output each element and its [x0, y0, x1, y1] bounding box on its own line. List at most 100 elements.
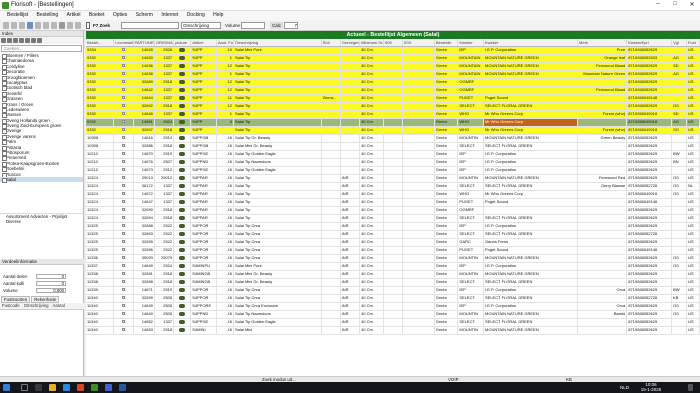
table-cell[interactable]: 16 [216, 182, 234, 191]
table-cell[interactable]: 14671 [133, 286, 155, 295]
table-cell[interactable]: 8719268049018 [626, 190, 673, 199]
checkbox-icon[interactable] [121, 224, 125, 227]
table-row[interactable]: 11324 36172 1337 S4PPAR 16 Salal Tip AIR 40 Cm G… [86, 182, 700, 191]
product-picture[interactable] [173, 46, 192, 55]
table-cell[interactable]: 32695 [133, 238, 155, 247]
table-cell[interactable]: Salal Tip [233, 198, 322, 207]
table-cell[interactable] [402, 246, 435, 255]
table-cell[interactable]: 2518 [154, 278, 175, 287]
lev-besteld-checkbox[interactable] [113, 118, 134, 127]
table-cell[interactable]: I.E.P. Corporation [483, 302, 579, 311]
checkbox-icon[interactable] [121, 56, 125, 59]
checkbox-icon[interactable] [121, 232, 125, 235]
table-cell[interactable]: US [686, 46, 700, 55]
table-row[interactable]: 11324 32690 2518 S4PPAR 16 Salal Tip AIR 40 Cm G… [86, 206, 700, 215]
table-row[interactable]: 11210 14670 2519 S4PPGE 16 Salal Tip Golden E… [86, 150, 700, 159]
table-cell[interactable]: S4PPGE [190, 150, 217, 159]
table-cell[interactable]: MOUNTAIN NATURE GREEN [483, 254, 579, 263]
table-cell[interactable]: 35093 [133, 254, 155, 263]
table-cell[interactable]: Green [434, 134, 459, 143]
table-cell[interactable]: Salal Mini Pure [233, 262, 322, 271]
table-cell[interactable]: 16 [216, 270, 234, 279]
table-cell[interactable]: IEP [457, 302, 484, 311]
table-cell[interactable]: GS [671, 190, 688, 199]
checkbox-icon[interactable] [121, 136, 125, 139]
product-picture[interactable] [173, 118, 192, 127]
table-cell[interactable]: MOUNTAIN [457, 54, 484, 63]
product-picture[interactable] [173, 310, 192, 319]
table-cell[interactable]: 11339 [86, 286, 115, 295]
table-cell[interactable]: SELECT [457, 278, 484, 287]
table-cell[interactable]: 2522 [154, 246, 175, 255]
table-row[interactable]: 11338 32698 2518 S4MINGB 16 Salal Mini Gr. Be… [86, 278, 700, 287]
table-cell[interactable]: AIR [340, 254, 361, 263]
table-cell[interactable]: Salal Tip [233, 94, 322, 103]
table-cell[interactable] [321, 326, 341, 335]
table-cell[interactable]: Salal Tip Orca [233, 286, 322, 295]
table-cell[interactable]: 32690 [133, 206, 155, 215]
table-cell[interactable]: S4PPOR [190, 246, 217, 255]
table-cell[interactable] [321, 214, 341, 223]
table-cell[interactable]: 8719268052728 [626, 182, 673, 191]
table-cell[interactable] [671, 230, 688, 239]
table-cell[interactable]: 16 [216, 214, 234, 223]
table-cell[interactable]: 14670 [133, 150, 155, 159]
table-cell[interactable]: SELECT [457, 230, 484, 239]
table-cell[interactable]: US [686, 278, 700, 287]
table-cell[interactable]: US [686, 134, 700, 143]
lev-besteld-checkbox[interactable] [113, 214, 134, 223]
table-cell[interactable]: Green [434, 94, 459, 103]
product-picture[interactable] [173, 62, 192, 71]
table-cell[interactable] [402, 254, 435, 263]
table-cell[interactable] [383, 238, 403, 247]
table-cell[interactable]: S4PPGE [190, 166, 217, 175]
menu-scherm[interactable]: Scherm [136, 11, 153, 20]
table-cell[interactable] [577, 230, 628, 239]
table-cell[interactable]: S4MINGB [190, 270, 217, 279]
product-picture[interactable] [173, 150, 192, 159]
table-cell[interactable]: 1337 [154, 198, 175, 207]
table-cell[interactable] [383, 134, 403, 143]
table-cell[interactable]: GS [671, 262, 688, 271]
product-picture[interactable] [173, 230, 192, 239]
tree-view-icon[interactable] [31, 38, 36, 43]
collapse-icon[interactable] [19, 38, 24, 43]
col-omschrijving[interactable]: Omschrijving [22, 303, 51, 308]
table-cell[interactable]: 8719268049018 [626, 126, 673, 135]
lev-besteld-checkbox[interactable] [113, 94, 134, 103]
table-cell[interactable] [483, 206, 579, 215]
table-cell[interactable]: Green [434, 78, 459, 87]
table-cell[interactable]: Salal Tip Gr. Beauty [233, 134, 322, 143]
table-cell[interactable]: Salal Tip Golden Eagle [233, 166, 322, 175]
table-cell[interactable] [321, 262, 341, 271]
table-cell[interactable]: S4PPOR [190, 286, 217, 295]
table-cell[interactable] [321, 158, 341, 167]
filter-icon[interactable] [37, 38, 42, 43]
table-cell[interactable]: 9332 [86, 118, 115, 127]
table-cell[interactable] [671, 238, 688, 247]
table-cell[interactable] [671, 142, 688, 151]
table-cell[interactable]: MOUNTAIN NATURE GREEN [483, 54, 579, 63]
table-cell[interactable]: 10398 [86, 142, 115, 151]
table-cell[interactable]: 40 Cm [359, 134, 384, 143]
table-cell[interactable]: 8719268052629 [626, 166, 673, 175]
table-cell[interactable]: MOUNTIN [457, 174, 484, 183]
checkbox-icon[interactable] [121, 248, 125, 251]
table-cell[interactable]: SO [671, 126, 688, 135]
column-header[interactable]: Gereeged [340, 39, 361, 47]
table-cell[interactable]: 14616 [133, 134, 155, 143]
table-cell[interactable]: 40 Cm [359, 318, 384, 327]
table-cell[interactable] [383, 294, 403, 303]
table-cell[interactable]: Green [434, 102, 459, 111]
table-cell[interactable]: US [686, 246, 700, 255]
table-row[interactable]: 11340 14639 2505 S4PPORE 16 Salal Tip Orca Ex… [86, 302, 700, 311]
table-cell[interactable]: 40 Cm [359, 70, 384, 79]
table-cell[interactable]: 40 Cm [359, 326, 384, 335]
table-cell[interactable]: BN [671, 158, 688, 167]
lev-besteld-checkbox[interactable] [113, 174, 134, 183]
table-cell[interactable]: Green [434, 110, 459, 119]
table-cell[interactable]: S4MINI [190, 326, 217, 335]
table-cell[interactable]: 11338 [86, 270, 115, 279]
table-cell[interactable]: 8719268052629 [626, 206, 673, 215]
column-header[interactable]: Artikel [190, 39, 217, 47]
